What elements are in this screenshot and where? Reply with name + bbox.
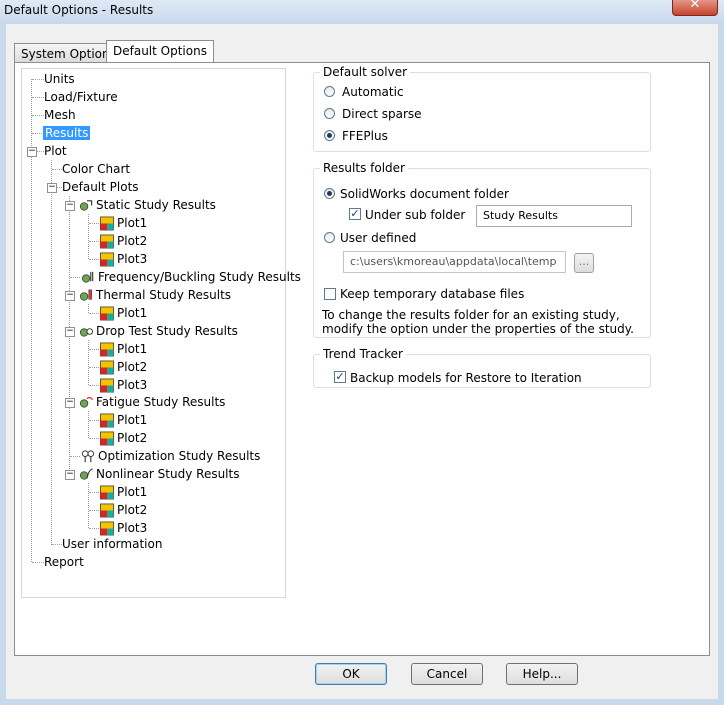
tree-item-mesh[interactable]: Mesh [44, 106, 76, 124]
tree-item-load-fixture[interactable]: Load/Fixture [44, 88, 118, 106]
solidworks-folder-label: SolidWorks document folder [340, 187, 509, 201]
tree-item-drop-plot3[interactable]: Plot3 [99, 376, 147, 394]
results-folder-group: Results folder SolidWorks document folde… [313, 161, 651, 338]
backup-models-label: Backup models for Restore to Iteration [350, 371, 582, 385]
plot-icon [100, 521, 114, 536]
tree-item-drop-test-study-results[interactable]: Drop Test Study Results [78, 322, 238, 340]
trend-tracker-group: Trend Tracker ✓ Backup models for Restor… [313, 347, 651, 388]
drop-test-study-icon [80, 328, 94, 337]
window-frame: System Options Default Options Units Loa… [0, 22, 724, 705]
user-defined-radio[interactable] [324, 232, 335, 243]
trend-tracker-legend: Trend Tracker [320, 347, 406, 361]
plot-icon [100, 360, 114, 375]
tree-item-thermal-study-results[interactable]: Thermal Study Results [78, 286, 231, 304]
default-plots-collapse-icon[interactable]: − [47, 183, 57, 193]
tree-item-fatigue-plot1[interactable]: Plot1 [99, 411, 147, 429]
nonlinear-collapse-icon[interactable]: − [65, 470, 75, 480]
title-bar: Default Options - Results ✕ [0, 0, 724, 22]
solver-ffeplus-radio[interactable] [324, 130, 335, 141]
static-study-icon [80, 200, 93, 211]
solver-direct-sparse-label: Direct sparse [342, 107, 422, 121]
tab-panel: Units Load/Fixture Mesh Results − Plot C… [14, 62, 710, 656]
tree-item-fatigue-plot2[interactable]: Plot2 [99, 429, 147, 447]
default-solver-legend: Default solver [320, 65, 411, 79]
drop-test-collapse-icon[interactable]: − [65, 327, 75, 337]
tree-item-thermal-plot1[interactable]: Plot1 [99, 304, 147, 322]
user-defined-label: User defined [340, 231, 417, 245]
static-collapse-icon[interactable]: − [65, 201, 75, 211]
under-sub-folder-checkbox[interactable]: ✓ [349, 208, 361, 220]
plot-icon [100, 216, 114, 231]
keep-temp-checkbox[interactable] [324, 288, 336, 300]
frequency-study-icon [82, 271, 94, 283]
plot-icon [100, 378, 114, 393]
tree-item-nonlinear-plot1[interactable]: Plot1 [99, 483, 147, 501]
plot-icon [100, 431, 114, 446]
fatigue-study-icon [80, 396, 94, 408]
thermal-study-icon [80, 289, 92, 301]
plot-icon [100, 503, 114, 518]
tree-item-frequency-buckling[interactable]: Frequency/Buckling Study Results [80, 268, 301, 286]
nonlinear-study-icon [80, 468, 93, 480]
solver-automatic-label: Automatic [342, 85, 404, 99]
tree-item-default-plots[interactable]: Default Plots [62, 178, 139, 196]
optimization-study-icon [81, 450, 95, 463]
dialog-client: System Options Default Options Units Loa… [6, 24, 718, 699]
tree-item-static-study-results[interactable]: Static Study Results [78, 196, 216, 214]
fatigue-collapse-icon[interactable]: − [65, 398, 75, 408]
help-button[interactable]: Help... [506, 663, 578, 685]
plot-icon [100, 342, 114, 357]
close-button[interactable]: ✕ [672, 0, 718, 16]
plot-icon [100, 485, 114, 500]
tree-item-report[interactable]: Report [44, 553, 84, 571]
tree-item-static-plot1[interactable]: Plot1 [99, 214, 147, 232]
tree-item-color-chart[interactable]: Color Chart [62, 160, 130, 178]
backup-models-checkbox[interactable]: ✓ [334, 371, 346, 383]
under-sub-folder-label: Under sub folder [365, 208, 466, 222]
sub-folder-input[interactable]: Study Results [476, 205, 632, 227]
browse-button[interactable]: ... [574, 253, 594, 273]
solver-automatic-radio[interactable] [324, 86, 335, 97]
plot-icon [100, 413, 114, 428]
tree-item-drop-plot2[interactable]: Plot2 [99, 358, 147, 376]
default-solver-group: Default solver Automatic Direct sparse F… [313, 65, 651, 152]
tree-item-static-plot2[interactable]: Plot2 [99, 232, 147, 250]
options-tree[interactable]: Units Load/Fixture Mesh Results − Plot C… [21, 68, 301, 598]
keep-temp-label: Keep temporary database files [340, 287, 525, 301]
solidworks-folder-radio[interactable] [324, 188, 335, 199]
tree-item-drop-plot1[interactable]: Plot1 [99, 340, 147, 358]
tree-item-fatigue-study-results[interactable]: Fatigue Study Results [78, 393, 225, 411]
ok-button[interactable]: OK [315, 663, 387, 685]
solver-ffeplus-label: FFEPlus [342, 129, 388, 143]
tree-item-optimization-study-results[interactable]: Optimization Study Results [80, 447, 260, 465]
plot-icon [100, 306, 114, 321]
tree-item-static-plot3[interactable]: Plot3 [99, 250, 147, 268]
window-title: Default Options - Results [4, 3, 154, 17]
results-folder-note: To change the results folder for an exis… [322, 308, 634, 336]
plot-icon [100, 234, 114, 249]
tree-item-user-information[interactable]: User information [62, 535, 162, 553]
tab-default-options[interactable]: Default Options [106, 40, 214, 62]
cancel-button[interactable]: Cancel [411, 663, 483, 685]
solver-direct-sparse-radio[interactable] [324, 108, 335, 119]
user-defined-path-input[interactable]: c:\users\kmoreau\appdata\local\temp [343, 251, 566, 273]
tree-item-nonlinear-plot2[interactable]: Plot2 [99, 501, 147, 519]
plot-collapse-icon[interactable]: − [27, 147, 37, 157]
tree-item-plot[interactable]: Plot [44, 142, 67, 160]
tree-item-results[interactable]: Results [43, 124, 91, 142]
results-folder-legend: Results folder [320, 161, 408, 175]
tree-item-nonlinear-study-results[interactable]: Nonlinear Study Results [78, 465, 239, 483]
plot-icon [100, 252, 114, 267]
thermal-collapse-icon[interactable]: − [65, 291, 75, 301]
tree-item-units[interactable]: Units [44, 70, 75, 88]
